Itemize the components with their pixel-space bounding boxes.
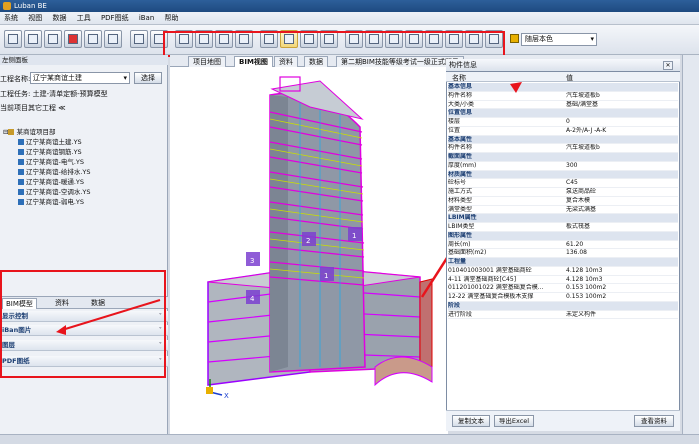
annotation-arrows	[56, 82, 522, 335]
